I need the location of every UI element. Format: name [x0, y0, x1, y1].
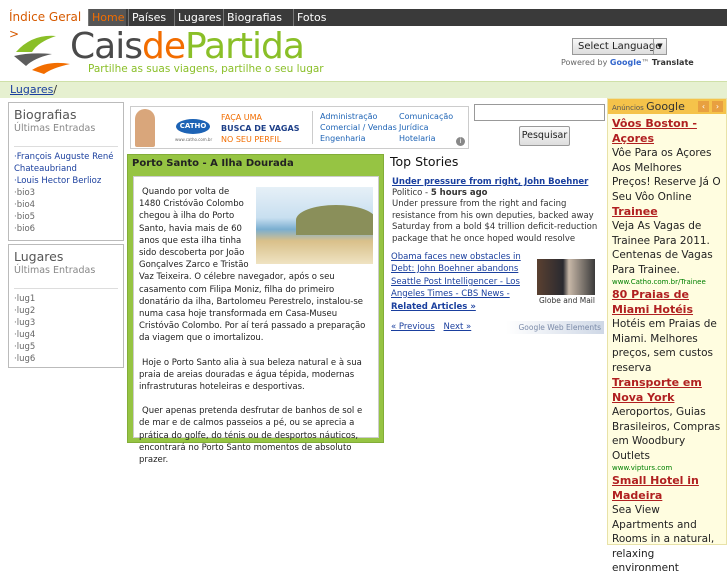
powered-by-google: Powered by Google™ Translate: [561, 58, 694, 67]
ad-person-image: [135, 109, 155, 147]
ad-item[interactable]: Trainee Veja As Vagas de Trainee Para 20…: [608, 204, 726, 287]
lugares-list: ·lug1 ·lug2 ·lug3 ·lug4 ·lug5 ·lug6: [14, 293, 118, 365]
catho-logo: CATHO: [176, 119, 210, 134]
chevron-right-icon[interactable]: ›: [712, 101, 723, 112]
story-snippet: Under pressure from the right and facing…: [392, 199, 598, 244]
top-nav: Índice Geral > Home Países Lugares Biogr…: [0, 9, 727, 41]
ad-categories-2: Comunicação Jurídica Hotelaria: [399, 111, 453, 144]
ad-category-link[interactable]: Hotelaria: [399, 133, 453, 144]
ad-category-link[interactable]: Comunicação: [399, 111, 453, 122]
thumbnail-caption[interactable]: Globe and Mail: [539, 296, 595, 305]
tab-home[interactable]: Home: [88, 9, 126, 26]
ad-categories-1: Administração Comercial / Vendas Engenha…: [312, 111, 397, 144]
ad-url[interactable]: www.Catho.com.br/Trainee: [612, 277, 722, 287]
catho-url: www.catho.com.br: [175, 137, 213, 142]
next-link[interactable]: Next »: [444, 322, 472, 332]
list-item[interactable]: ·bio6: [14, 223, 118, 235]
featured-article: Porto Santo - A Ilha Dourada Quando por …: [127, 154, 384, 465]
ad-url[interactable]: www.vipturs.com: [612, 463, 722, 473]
catho-ad-banner[interactable]: CATHO www.catho.com.br FAÇA UMA BUSCA DE…: [130, 106, 469, 149]
ad-title[interactable]: Transporte em Nova York: [612, 375, 722, 405]
article-paragraph: Quer apenas pretenda desfrutar de banhos…: [139, 406, 363, 466]
article-title[interactable]: Porto Santo - A Ilha Dourada: [132, 158, 294, 169]
logo-sail-icon: [14, 35, 70, 74]
tab-biografias[interactable]: Biografias: [223, 9, 293, 26]
previous-link[interactable]: « Previous: [391, 322, 435, 332]
ad-desc: Veja As Vagas de Trainee Para 2011. Cent…: [612, 220, 713, 276]
ad-title[interactable]: 80 Praias de Miami Hotéis: [612, 287, 722, 317]
sidebar-lugares: Lugares Últimas Entradas ·lug1 ·lug2 ·lu…: [8, 244, 124, 368]
tab-fotos[interactable]: Fotos: [293, 9, 333, 26]
top-stories-title: Top Stories: [390, 154, 459, 169]
sidebar-lugares-subtitle: Últimas Entradas: [14, 265, 118, 289]
list-item[interactable]: ·bio4: [14, 199, 118, 211]
stories-pager: « Previous Next »: [391, 322, 477, 332]
tab-lugares[interactable]: Lugares: [174, 9, 223, 26]
biografias-list: ·François Auguste René Chateaubriand ·Lo…: [14, 151, 118, 235]
list-item[interactable]: ·lug4: [14, 329, 118, 341]
ad-title[interactable]: Trainee: [612, 204, 722, 219]
list-item[interactable]: ·Louis Hector Berlioz: [14, 175, 118, 187]
ad-item[interactable]: Small Hotel in Madeira Sea View Apartmen…: [608, 473, 726, 576]
ad-category-link[interactable]: Administração: [320, 111, 397, 122]
ad-slogan: FAÇA UMA BUSCA DE VAGAS NO SEU PERFIL: [221, 113, 300, 144]
chevron-left-icon[interactable]: ‹: [698, 101, 709, 112]
sidebar-biografias: Biografias Últimas Entradas ·François Au…: [8, 102, 124, 241]
porto-santo-photo: [256, 187, 373, 264]
ad-title[interactable]: Small Hotel in Madeira: [612, 473, 722, 503]
ad-title[interactable]: Vôos Boston - Açores: [612, 116, 722, 146]
list-item[interactable]: ·lug6: [14, 353, 118, 365]
ad-desc: Vôe Para os Açores Aos Melhores Preços! …: [612, 147, 721, 203]
chevron-down-icon: ▼: [653, 39, 666, 54]
ad-category-link[interactable]: Comercial / Vendas: [320, 122, 397, 133]
ad-item[interactable]: Vôos Boston - Açores Vôe Para os Açores …: [608, 114, 726, 204]
logo-tagline: Partilhe as suas viagens, partilhe o seu…: [88, 63, 324, 75]
related-articles-link[interactable]: Related Articles »: [391, 302, 476, 312]
breadcrumb: Lugares/: [0, 81, 727, 98]
ads-header: Anúncios Google ‹ ›: [608, 99, 726, 114]
top-stories-widget: Top Stories Under pressure from right, J…: [390, 154, 604, 337]
search-input[interactable]: [474, 104, 605, 121]
ad-desc: Aeroportos, Guias Brasileiros, Compras e…: [612, 406, 721, 462]
info-icon[interactable]: i: [456, 137, 465, 146]
article-paragraph: Hoje o Porto Santo alia à sua beleza nat…: [139, 357, 362, 393]
article-body: Quando por volta de 1480 Cristóvão Colom…: [133, 176, 379, 465]
list-item[interactable]: ·lug5: [14, 341, 118, 353]
breadcrumb-lugares-link[interactable]: Lugares: [10, 83, 53, 96]
ad-desc: Hotéis em Praias de Miami. Melhores preç…: [612, 318, 717, 374]
sidebar-biografias-subtitle: Últimas Entradas: [14, 123, 118, 147]
ad-category-link[interactable]: Jurídica: [399, 122, 453, 133]
list-item[interactable]: ·bio5: [14, 211, 118, 223]
list-item[interactable]: ·lug2: [14, 305, 118, 317]
sidebar-lugares-title: Lugares: [14, 249, 64, 264]
index-breadcrumb[interactable]: Índice Geral >: [0, 9, 88, 41]
ad-desc: Sea View Apartments and Rooms in a natur…: [612, 504, 715, 574]
ad-item[interactable]: Transporte em Nova York Aeroportos, Guia…: [608, 375, 726, 473]
list-item[interactable]: ·François Auguste René Chateaubriand: [14, 151, 118, 175]
google-web-elements-badge[interactable]: Google Web Elements: [506, 321, 604, 334]
related-sources-link[interactable]: Seattle Post Intelligencer - Los Angeles…: [391, 277, 521, 300]
list-item[interactable]: ·bio3: [14, 187, 118, 199]
language-select[interactable]: Select Language ▼: [572, 38, 667, 55]
search-button[interactable]: Pesquisar: [519, 126, 570, 146]
ad-item[interactable]: 80 Praias de Miami Hotéis Hotéis em Prai…: [608, 287, 726, 375]
list-item[interactable]: ·lug1: [14, 293, 118, 305]
story-headline[interactable]: Under pressure from right, John Boehner: [392, 177, 588, 187]
story-thumbnail[interactable]: [537, 259, 595, 295]
sidebar-biografias-title: Biografias: [14, 107, 77, 122]
logo-wordmark: CaisdePartida: [70, 26, 305, 67]
ad-category-link[interactable]: Engenharia: [320, 133, 397, 144]
related-story-link[interactable]: Obama faces new obstacles in Debt: John …: [391, 252, 521, 275]
language-select-label: Select Language: [578, 41, 662, 52]
site-logo[interactable]: CaisdePartida Partilhe as suas viagens, …: [12, 26, 324, 78]
list-item[interactable]: ·lug3: [14, 317, 118, 329]
story-source: Politico - 5 hours ago: [392, 188, 488, 198]
tab-paises[interactable]: Países: [128, 9, 174, 26]
google-ads-column: Anúncios Google ‹ › Vôos Boston - Açores…: [607, 98, 727, 574]
